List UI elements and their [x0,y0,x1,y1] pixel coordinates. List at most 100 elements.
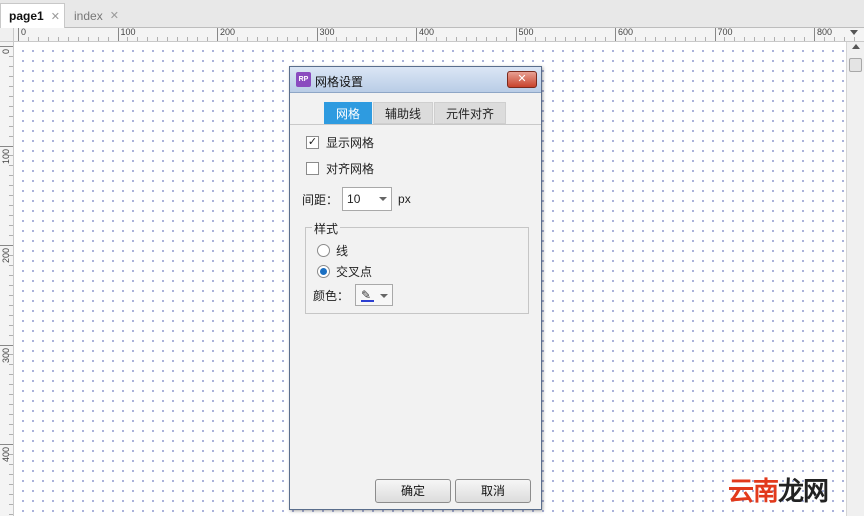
close-icon[interactable]: ✕ [110,9,119,22]
ruler-minor-tick [833,37,835,41]
ruler-minor-tick [505,37,507,41]
vertical-ruler[interactable]: 0 100 200 300 400 [0,42,14,516]
horizontal-ruler[interactable]: 0 100 200 300 400 500 600 700 800 [14,27,864,42]
ruler-minor-tick [187,37,189,41]
ruler-minor-tick [764,37,766,41]
ruler-tick: 400 [416,27,434,41]
ok-button[interactable]: 确定 [375,479,451,503]
color-picker[interactable]: ✎ [355,284,394,306]
style-option-intersection[interactable]: 交叉点 [317,263,372,280]
spacing-value: 10 [347,192,361,206]
ruler-minor-tick [684,37,686,41]
ruler-tick: 200 [0,245,13,263]
ruler-minor-tick [107,37,109,41]
ruler-corner [0,28,14,42]
ruler-minor-tick [127,37,129,41]
ruler-minor-tick [575,37,577,41]
ruler-minor-tick [9,235,13,237]
ruler-minor-tick [276,37,278,41]
tab-page1[interactable]: page1 ✕ [0,3,65,28]
ruler-minor-tick [455,37,457,41]
ruler-minor-tick [9,185,13,187]
ruler-minor-tick [9,324,13,326]
close-icon[interactable]: ✕ [51,10,60,23]
show-grid-row[interactable]: ✓ 显示网格 [306,134,374,151]
ruler-minor-tick [366,37,368,41]
ruler-minor-tick [9,493,13,495]
ruler-minor-tick [9,55,13,57]
ruler-minor-tick [197,37,199,41]
tab-grid[interactable]: 网格 [324,102,373,124]
snap-grid-checkbox[interactable] [306,162,319,175]
ruler-minor-tick [664,37,666,41]
tab-widget-snap[interactable]: 元件对齐 [434,102,507,124]
ruler-minor-tick [137,37,139,41]
ruler-minor-tick [37,37,39,41]
ruler-minor-tick [386,37,388,41]
ruler-minor-tick [27,37,29,41]
document-tab-strip: page1 ✕ index ✕ [0,0,864,28]
ruler-tick: 0 [0,46,13,54]
spacing-label: 间距： [302,192,339,207]
ruler-minor-tick [236,37,238,41]
ruler-minor-tick [9,225,13,227]
ruler-minor-tick [396,37,398,41]
ruler-minor-tick [734,37,736,41]
ruler-minor-tick [9,314,13,316]
ruler-minor-tick [9,374,13,376]
snap-grid-row[interactable]: 对齐网格 [306,160,374,177]
ruler-minor-tick [157,37,159,41]
ruler-tick: 200 [217,27,235,41]
ruler-minor-tick [286,37,288,41]
ruler-minor-tick [226,37,228,41]
spacing-select[interactable]: 10 [342,187,393,211]
ruler-minor-tick [9,155,13,157]
ruler-minor-tick [784,37,786,41]
ruler-tick: 500 [515,27,534,41]
chevron-down-icon[interactable] [850,30,858,35]
ruler-minor-tick [654,37,656,41]
cancel-button[interactable]: 取消 [455,479,531,503]
ruler-minor-tick [9,264,13,266]
ruler-tick: 600 [615,27,633,41]
ruler-minor-tick [256,37,258,41]
dialog-close-button[interactable]: ✕ [507,71,537,88]
dialog-titlebar[interactable]: RP 网格设置 ✕ [290,67,541,93]
ruler-minor-tick [147,37,149,41]
ruler-tick: 400 [0,444,13,462]
ruler-minor-tick [595,37,597,41]
ruler-minor-tick [774,37,776,41]
scrollbar-thumb[interactable] [849,58,862,72]
ruler-minor-tick [843,37,845,41]
ruler-minor-tick [644,37,646,41]
ruler-minor-tick [9,414,13,416]
ruler-minor-tick [9,135,13,137]
ruler-minor-tick [87,37,89,41]
ruler-minor-tick [853,37,855,41]
chevron-up-icon[interactable] [852,44,860,49]
style-group-legend: 样式 [312,220,341,237]
tab-index[interactable]: index ✕ [66,3,126,28]
show-grid-checkbox[interactable]: ✓ [306,136,319,149]
vertical-scrollbar[interactable] [846,42,864,516]
watermark-logo: 云南龙网 [728,471,829,508]
ruler-minor-tick [9,95,13,97]
ruler-minor-tick [525,37,527,41]
ruler-minor-tick [605,37,607,41]
dialog-tabs: 网格 辅助线 元件对齐 [324,102,507,124]
style-option-line[interactable]: 线 [317,242,348,259]
ruler-minor-tick [9,125,13,127]
ruler-minor-tick [9,105,13,107]
ruler-minor-tick [9,483,13,485]
ruler-minor-tick [67,37,69,41]
ruler-tick: 700 [714,27,733,41]
ruler-tick: 100 [0,145,13,164]
ruler-minor-tick [376,37,378,41]
line-radio-label: 线 [336,244,349,258]
tab-guides[interactable]: 辅助线 [373,102,434,124]
intersection-radio[interactable] [317,265,330,278]
line-radio[interactable] [317,244,330,257]
ruler-minor-tick [9,85,13,87]
color-row: 颜色： ✎ [313,284,394,306]
ruler-minor-tick [9,513,13,515]
